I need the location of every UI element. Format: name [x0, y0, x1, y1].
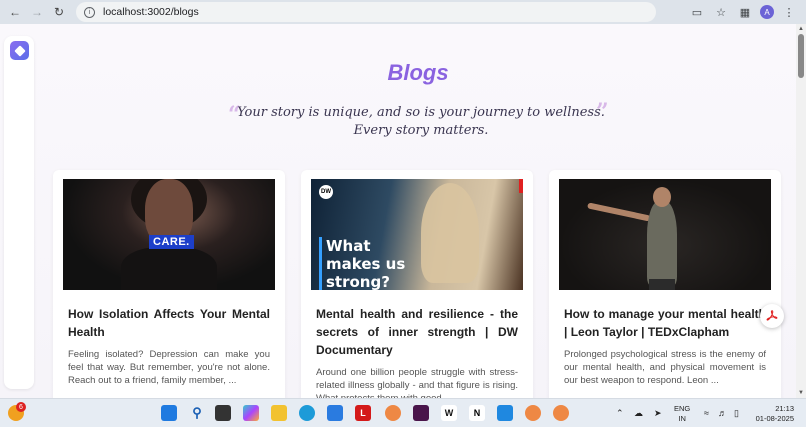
cloud-icon[interactable]: ☁ — [634, 408, 643, 419]
tray-overflow-icon[interactable]: ⌃ — [616, 408, 624, 419]
reload-button[interactable]: ↻ — [48, 1, 70, 23]
thumbnail-caption: CARE. — [149, 235, 194, 249]
thumbnail-caption: What makes us strong? — [319, 237, 429, 290]
search-icon[interactable]: ⚲ — [189, 405, 205, 421]
pdf-download-button[interactable] — [760, 304, 784, 328]
quote-line-1: Your story is unique, and so is your jou… — [237, 105, 605, 120]
chrome-icon[interactable] — [525, 405, 541, 421]
app-logo-icon[interactable] — [10, 41, 29, 60]
scroll-up-arrow-icon[interactable]: ▲ — [798, 26, 804, 32]
forward-button[interactable]: → — [26, 1, 48, 23]
dw-logo: DW — [319, 185, 333, 199]
app-w-icon[interactable]: W — [441, 405, 457, 421]
quote-line-2: Every story matters. — [353, 123, 489, 138]
app-l-icon[interactable]: L — [355, 405, 371, 421]
photos-icon[interactable] — [327, 405, 343, 421]
blog-thumbnail[interactable]: DW What makes us strong? — [311, 179, 523, 290]
taskbar-clock[interactable]: 21:13 01-08-2025 — [754, 404, 794, 424]
blog-description: Feeling isolated? Depression can make yo… — [68, 349, 270, 386]
page-quote: Your story is unique, and so is your jou… — [226, 104, 616, 140]
volume-icon[interactable]: ♬ — [718, 408, 727, 418]
edge-browser-icon[interactable] — [299, 405, 315, 421]
pdf-icon — [766, 310, 778, 321]
blog-thumbnail[interactable] — [559, 179, 771, 290]
wifi-icon[interactable]: ≈ — [704, 408, 709, 418]
blog-title[interactable]: How Isolation Affects Your Mental Health — [68, 305, 270, 341]
menu-dots-icon[interactable]: ⋮ — [780, 3, 798, 21]
vscode-icon[interactable] — [497, 405, 513, 421]
blog-title[interactable]: Mental health and resilience - the secre… — [316, 305, 518, 359]
cast-icon[interactable]: ▭ — [688, 3, 706, 21]
bookmark-star-icon[interactable]: ☆ — [712, 3, 730, 21]
task-view-icon[interactable] — [215, 405, 231, 421]
page-title: Blogs — [387, 60, 449, 85]
blog-card[interactable]: How to manage your mental health | Leon … — [549, 170, 781, 398]
file-explorer-icon[interactable] — [271, 405, 287, 421]
start-menu-icon[interactable] — [161, 405, 177, 421]
blog-description: Prolonged psychological stress is the en… — [564, 349, 766, 386]
chrome-profile-icon[interactable] — [385, 405, 401, 421]
blogs-page: Blogs “ ” Your story is unique, and so i… — [0, 24, 806, 398]
chrome-profile-a-icon[interactable] — [553, 405, 569, 421]
back-button[interactable]: ← — [4, 1, 26, 23]
notification-badge: 6 — [16, 402, 26, 412]
url-text: localhost:3002/blogs — [103, 6, 199, 18]
address-bar[interactable]: i localhost:3002/blogs — [76, 2, 656, 22]
browser-toolbar: ← → ↻ i localhost:3002/blogs ▭ ☆ ▦ A ⋮ — [0, 0, 806, 24]
blog-description: Around one billion people struggle with … — [316, 367, 518, 398]
blog-card[interactable]: CARE. How Isolation Affects Your Mental … — [53, 170, 285, 398]
location-icon[interactable]: ➤ — [654, 408, 662, 419]
language-indicator[interactable]: ENG IN — [674, 404, 690, 424]
extensions-icon[interactable]: ▦ — [736, 3, 754, 21]
battery-icon[interactable]: ▯ — [734, 408, 739, 419]
scrollbar-thumb[interactable] — [798, 34, 804, 78]
blog-card[interactable]: DW What makes us strong? Mental health a… — [301, 170, 533, 398]
copilot-icon[interactable] — [243, 405, 259, 421]
blog-title[interactable]: How to manage your mental health | Leon … — [564, 305, 766, 341]
scroll-down-arrow-icon[interactable]: ▼ — [798, 390, 804, 396]
windows-taskbar: 6 ⚲ L W N ⌃ ☁ ➤ ENG IN ≈ ♬ ▯ 21:13 01-08… — [0, 398, 806, 427]
notion-icon[interactable]: N — [469, 405, 485, 421]
profile-avatar[interactable]: A — [760, 5, 774, 19]
page-scrollbar[interactable]: ▲ ▼ — [796, 24, 806, 398]
slack-icon[interactable] — [413, 405, 429, 421]
blog-thumbnail[interactable]: CARE. — [63, 179, 275, 290]
site-info-icon[interactable]: i — [84, 6, 95, 18]
sidebar — [4, 36, 34, 389]
